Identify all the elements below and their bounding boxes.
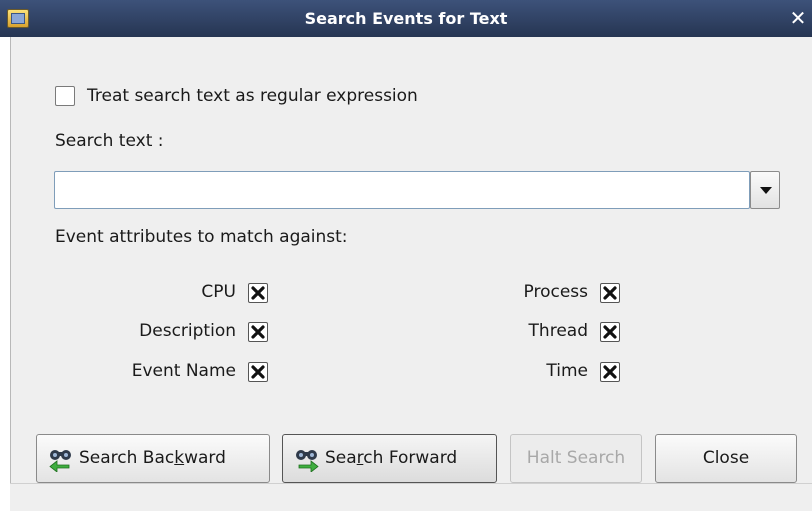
search-combo [54,171,780,209]
attr-checkbox-event-name[interactable] [248,362,268,382]
search-text-label: Search text : [55,131,164,151]
x-mark-icon [251,325,265,339]
search-backward-button[interactable]: Search Backward [36,434,270,483]
attr-checkbox-thread[interactable] [600,322,620,342]
search-forward-label: Search Forward [325,448,458,468]
search-input[interactable] [54,171,750,209]
regex-checkbox[interactable] [55,86,75,106]
regex-label: Treat search text as regular expression [87,86,418,106]
attr-label-thread: Thread [528,321,588,341]
close-window-icon[interactable]: ✕ [784,0,812,37]
attr-checkbox-time[interactable] [600,362,620,382]
binoculars-forward-icon [296,450,319,472]
attr-checkbox-process[interactable] [600,283,620,303]
title-bar: Search Events for Text ✕ [0,0,812,37]
x-mark-icon [251,286,265,300]
attr-label-event-name: Event Name [131,361,236,381]
halt-search-button[interactable]: Halt Search [510,434,642,483]
attr-label-description: Description [139,321,236,341]
x-mark-icon [603,286,617,300]
attributes-heading: Event attributes to match against: [55,227,348,247]
x-mark-icon [603,325,617,339]
dialog-bottom-strip [10,483,812,511]
chevron-down-icon[interactable] [750,171,780,209]
attr-label-time: Time [546,361,588,381]
attr-checkbox-cpu[interactable] [248,283,268,303]
close-button[interactable]: Close [655,434,797,483]
search-forward-button[interactable]: Search Forward [282,434,497,483]
window-title: Search Events for Text [304,9,508,28]
attr-checkbox-description[interactable] [248,322,268,342]
x-mark-icon [251,365,265,379]
attr-label-process: Process [523,282,589,302]
binoculars-back-icon [49,450,71,472]
attr-label-cpu: CPU [201,282,236,302]
search-backward-label: Search Backward [79,448,226,468]
x-mark-icon [603,365,617,379]
